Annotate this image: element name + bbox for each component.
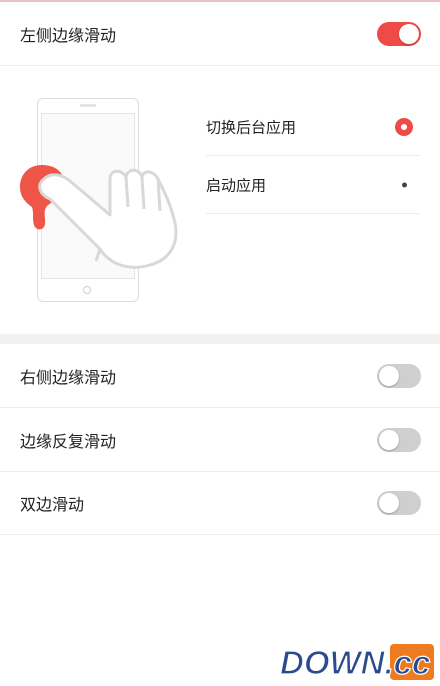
double-edge-swipe-label: 双边滑动 [20, 494, 85, 514]
right-edge-swipe-toggle[interactable] [377, 363, 421, 388]
left-edge-swipe-toggle[interactable] [377, 21, 421, 46]
down-cc-watermark-logo: DOWN.cc [279, 643, 434, 682]
option-label: 启动应用 [206, 176, 267, 194]
left-edge-options: 切换后台应用 启动应用 [206, 98, 420, 214]
edge-repeat-swipe-row[interactable]: 边缘反复滑动 [0, 408, 440, 472]
right-edge-swipe-row[interactable]: 右侧边缘滑动 [0, 344, 440, 408]
hand-swipe-icon [20, 165, 178, 269]
edge-repeat-swipe-toggle[interactable] [377, 427, 421, 452]
toggle-knob [379, 429, 399, 450]
section-separator [0, 334, 440, 344]
option-label: 切换后台应用 [206, 118, 297, 136]
option-switch-background-app[interactable]: 切换后台应用 [206, 98, 420, 156]
left-edge-swipe-label: 左侧边缘滑动 [20, 25, 117, 45]
toggle-knob [379, 365, 399, 386]
right-edge-swipe-label: 右侧边缘滑动 [20, 367, 117, 387]
watermark-text: DOWN.cc [280, 644, 430, 681]
double-edge-swipe-row[interactable]: 双边滑动 [0, 471, 440, 535]
toggle-knob [399, 23, 419, 44]
edge-repeat-swipe-label: 边缘反复滑动 [20, 431, 117, 451]
radio-unselected-icon[interactable] [402, 182, 407, 187]
radio-selected-icon[interactable] [395, 117, 413, 136]
hand-outline-icon [38, 168, 178, 269]
toggle-knob [379, 492, 399, 513]
double-edge-swipe-toggle[interactable] [377, 490, 421, 515]
option-launch-app[interactable]: 启动应用 [206, 156, 420, 214]
left-edge-swipe-row[interactable]: 左侧边缘滑动 [0, 2, 440, 66]
